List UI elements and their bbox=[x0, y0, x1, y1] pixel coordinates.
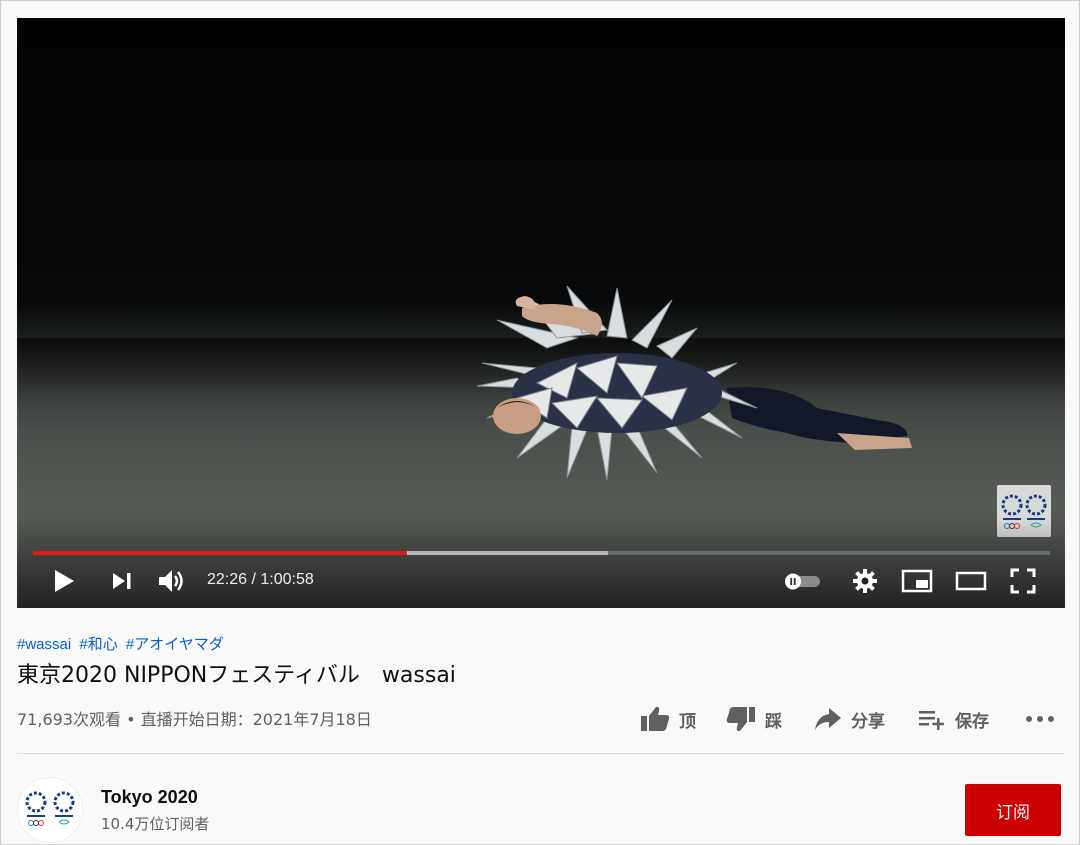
volume-icon bbox=[159, 570, 183, 592]
dislike-label: 踩 bbox=[765, 711, 782, 732]
thumbs-up-icon bbox=[641, 706, 670, 731]
hashtag-list: #wassai #和心 #アオイヤマダ bbox=[17, 633, 228, 654]
video-actions: 顶 踩 分享 保存 bbox=[1, 701, 1080, 737]
tokyo-2020-emblem-icon bbox=[25, 791, 75, 826]
current-time: 22:26 bbox=[207, 571, 248, 588]
progress-bar[interactable] bbox=[33, 551, 1050, 555]
hashtag-link[interactable]: #アオイヤマダ bbox=[126, 636, 224, 653]
more-actions-button[interactable] bbox=[1025, 701, 1055, 737]
section-divider bbox=[17, 753, 1065, 754]
next-button[interactable] bbox=[107, 565, 137, 597]
miniplayer-button[interactable] bbox=[899, 565, 935, 597]
settings-button[interactable] bbox=[849, 565, 881, 597]
like-label: 顶 bbox=[679, 711, 696, 732]
save-playlist-icon bbox=[919, 711, 944, 730]
settings-icon bbox=[853, 569, 877, 593]
autoplay-toggle[interactable] bbox=[783, 565, 823, 597]
video-player[interactable]: 22:26 / 1:00:58 bbox=[17, 18, 1065, 608]
page-frame: 22:26 / 1:00:58 #wassai #和心 #アオイヤマダ 東京20… bbox=[0, 0, 1080, 845]
channel-name[interactable]: Tokyo 2020 bbox=[101, 787, 198, 808]
hashtag-link[interactable]: #和心 bbox=[79, 636, 117, 653]
fullscreen-button[interactable] bbox=[1007, 565, 1039, 597]
autoplay-toggle-icon bbox=[785, 573, 820, 590]
time-display: 22:26 / 1:00:58 bbox=[207, 571, 314, 589]
progress-played bbox=[33, 551, 408, 555]
play-button[interactable] bbox=[49, 565, 79, 597]
theater-mode-button[interactable] bbox=[953, 565, 989, 597]
save-button[interactable]: 保存 bbox=[917, 701, 989, 737]
duration: 1:00:58 bbox=[260, 571, 314, 588]
more-icon bbox=[1026, 716, 1054, 722]
time-separator: / bbox=[247, 571, 261, 588]
video-content-dancer bbox=[476, 285, 912, 481]
save-label: 保存 bbox=[955, 711, 989, 732]
thumbs-down-icon bbox=[726, 707, 755, 732]
player-controls: 22:26 / 1:00:58 bbox=[17, 563, 1065, 599]
hashtag-link[interactable]: #wassai bbox=[17, 636, 71, 653]
video-title: 東京2020 NIPPONフェスティバル wassai bbox=[17, 663, 456, 688]
miniplayer-icon bbox=[901, 569, 933, 593]
share-label: 分享 bbox=[851, 711, 885, 732]
share-button[interactable]: 分享 bbox=[813, 701, 885, 737]
next-icon bbox=[113, 573, 131, 589]
volume-button[interactable] bbox=[155, 565, 189, 597]
fullscreen-icon bbox=[1010, 568, 1036, 594]
subscriber-count: 10.4万位订阅者 bbox=[101, 815, 210, 833]
share-icon bbox=[815, 708, 841, 730]
play-icon bbox=[55, 570, 74, 592]
channel-avatar[interactable] bbox=[17, 777, 83, 843]
like-button[interactable]: 顶 bbox=[639, 701, 696, 737]
dislike-button[interactable]: 踩 bbox=[725, 701, 782, 737]
subscribe-button[interactable]: 订阅 bbox=[965, 784, 1061, 836]
theater-icon bbox=[955, 571, 987, 591]
